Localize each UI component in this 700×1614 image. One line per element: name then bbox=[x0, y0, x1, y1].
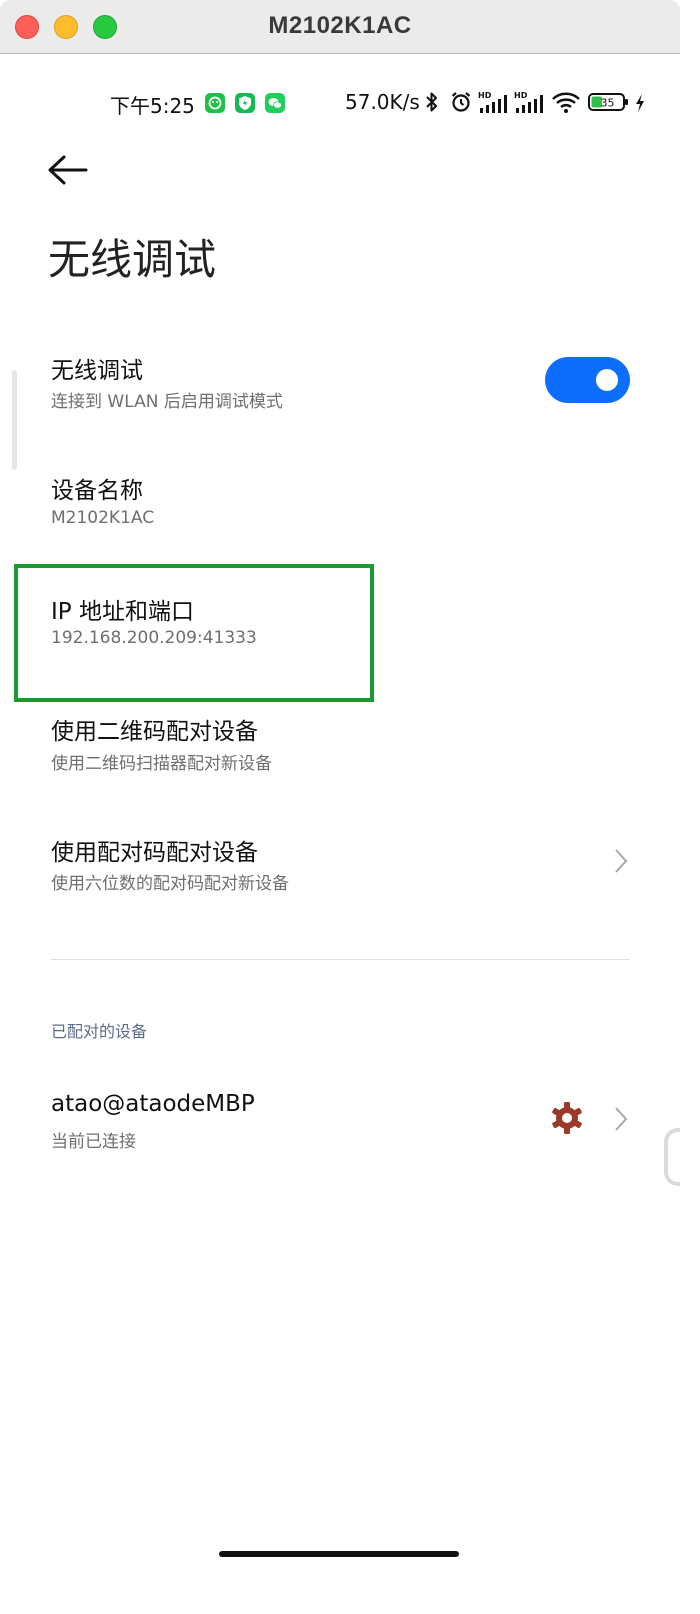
bluetooth-icon bbox=[424, 90, 440, 118]
highlight-box bbox=[14, 564, 374, 702]
scroll-indicator bbox=[12, 370, 17, 470]
back-button[interactable] bbox=[44, 150, 94, 190]
wechat-icon bbox=[265, 93, 285, 113]
paired-device-status: 当前已连接 bbox=[51, 1132, 136, 1152]
home-indicator[interactable] bbox=[219, 1551, 459, 1557]
svg-text:HD: HD bbox=[478, 91, 492, 100]
chevron-right-icon bbox=[614, 848, 628, 874]
wifi-icon bbox=[551, 90, 581, 120]
row-title: 无线调试 bbox=[51, 358, 143, 384]
window-titlebar: M2102K1AC bbox=[0, 0, 680, 54]
row-subtitle: 使用二维码扫描器配对新设备 bbox=[51, 754, 272, 774]
paired-device-name: atao@ataodeMBP bbox=[51, 1091, 255, 1117]
chevron-right-icon[interactable] bbox=[614, 1106, 628, 1132]
battery-level: 35 bbox=[601, 97, 615, 110]
page-title: 无线调试 bbox=[48, 235, 217, 284]
row-subtitle: 连接到 WLAN 后启用调试模式 bbox=[51, 392, 283, 412]
section-label: 已配对的设备 bbox=[51, 1022, 148, 1041]
gear-icon[interactable] bbox=[549, 1100, 585, 1136]
row-subtitle: 使用六位数的配对码配对新设备 bbox=[51, 874, 289, 894]
charging-icon bbox=[634, 93, 646, 117]
status-time: 下午5:25 bbox=[110, 94, 195, 118]
battery-icon: 35 bbox=[588, 92, 630, 116]
row-title: 使用二维码配对设备 bbox=[51, 719, 258, 745]
hd-signal-icon: HD bbox=[478, 90, 510, 120]
network-speed: 57.0K/s bbox=[345, 90, 420, 114]
divider bbox=[51, 959, 630, 960]
edge-handle[interactable] bbox=[664, 1128, 680, 1186]
app-notify-icon bbox=[205, 93, 225, 113]
alarm-icon bbox=[449, 90, 473, 118]
row-value: M2102K1AC bbox=[51, 508, 155, 528]
row-title: 设备名称 bbox=[51, 478, 143, 504]
row-title: 使用配对码配对设备 bbox=[51, 840, 258, 866]
shield-icon bbox=[235, 93, 255, 113]
wireless-debugging-toggle[interactable] bbox=[545, 357, 630, 403]
hd-signal-icon: HD bbox=[514, 90, 546, 120]
window-title: M2102K1AC bbox=[268, 12, 412, 39]
toggle-knob bbox=[596, 369, 618, 391]
svg-text:HD: HD bbox=[514, 91, 528, 100]
status-bar: 下午5:25 57.0K/s HD HD 35 bbox=[0, 84, 680, 120]
